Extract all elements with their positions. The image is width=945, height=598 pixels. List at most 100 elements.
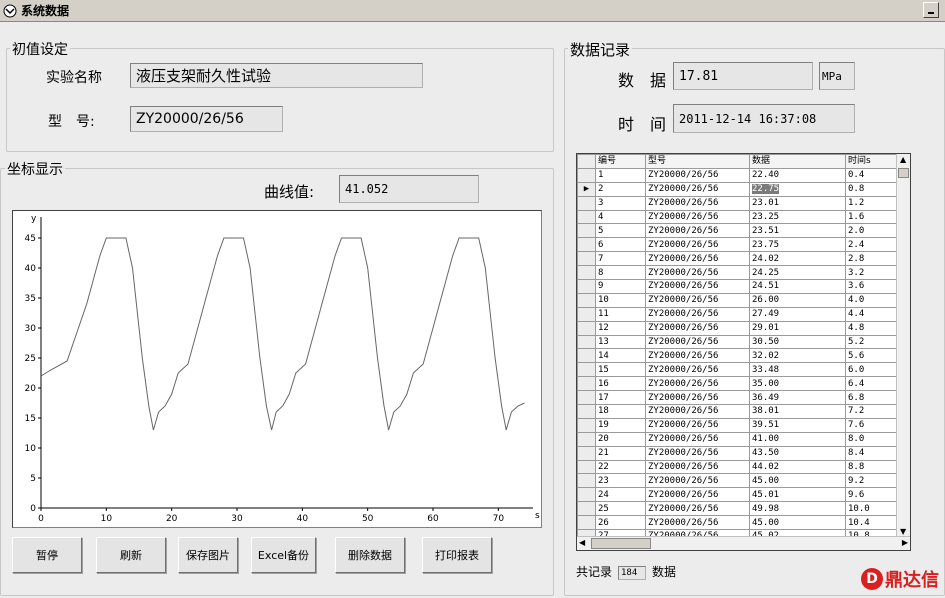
cell-id[interactable]: 13 — [595, 334, 646, 350]
cell-id[interactable]: 22 — [595, 459, 646, 475]
table-row[interactable]: 21 ZY20000/26/56 43.50 8.4 — [577, 445, 899, 461]
table-row[interactable]: 3 ZY20000/26/56 23.01 1.2 — [577, 195, 899, 211]
cell-time[interactable]: 3.6 — [845, 279, 899, 294]
cell-id[interactable]: 16 — [595, 376, 646, 392]
cell-time[interactable]: 3.2 — [845, 265, 899, 281]
cell-time[interactable]: 8.8 — [845, 459, 899, 475]
cell-data[interactable]: 38.01 — [749, 404, 846, 419]
table-row[interactable]: 25 ZY20000/26/56 49.98 10.0 — [577, 501, 899, 517]
cell-data[interactable]: 32.02 — [749, 348, 846, 364]
cell-model[interactable]: ZY20000/26/56 — [645, 417, 750, 433]
cell-model[interactable]: ZY20000/26/56 — [645, 237, 750, 253]
cell-data[interactable]: 23.51 — [749, 223, 846, 239]
row-indicator[interactable] — [577, 237, 596, 253]
row-indicator[interactable] — [577, 320, 596, 336]
cell-time[interactable]: 2.8 — [845, 251, 899, 267]
vertical-scrollbar[interactable]: ▲ ▼ — [896, 154, 910, 538]
cell-data[interactable]: 36.49 — [749, 390, 846, 406]
delete-data-button[interactable]: 删除数据 — [335, 537, 405, 573]
cell-model[interactable]: ZY20000/26/56 — [645, 501, 750, 517]
row-indicator[interactable] — [577, 167, 596, 183]
cell-model[interactable]: ZY20000/26/56 — [645, 473, 750, 489]
current-row-indicator-icon[interactable]: ▶ — [577, 181, 596, 197]
row-indicator[interactable] — [577, 417, 596, 433]
cell-id[interactable]: 3 — [595, 195, 646, 211]
cell-time[interactable]: 9.2 — [845, 473, 899, 489]
cell-data[interactable]: 23.25 — [749, 209, 846, 225]
refresh-button[interactable]: 刷新 — [96, 537, 166, 573]
cell-time[interactable]: 10.4 — [845, 515, 899, 531]
cell-data[interactable]: 39.51 — [749, 417, 846, 433]
table-row[interactable]: 12 ZY20000/26/56 29.01 4.8 — [577, 320, 899, 336]
cell-model[interactable]: ZY20000/26/56 — [645, 459, 750, 475]
cell-time[interactable]: 10.0 — [845, 501, 899, 517]
pause-button[interactable]: 暂停 — [12, 537, 82, 573]
row-indicator[interactable] — [577, 431, 596, 447]
cell-data[interactable]: 44.02 — [749, 459, 846, 475]
table-row[interactable]: 19 ZY20000/26/56 39.51 7.6 — [577, 417, 899, 433]
table-row[interactable]: 14 ZY20000/26/56 32.02 5.6 — [577, 348, 899, 364]
row-indicator[interactable] — [577, 390, 596, 406]
table-row[interactable]: 4 ZY20000/26/56 23.25 1.6 — [577, 209, 899, 225]
cell-model[interactable]: ZY20000/26/56 — [645, 487, 750, 503]
cell-id[interactable]: 8 — [595, 265, 646, 281]
cell-model[interactable]: ZY20000/26/56 — [645, 431, 750, 447]
cell-data[interactable]: 49.98 — [749, 501, 846, 517]
cell-id[interactable]: 21 — [595, 445, 646, 461]
cell-time[interactable]: 6.8 — [845, 390, 899, 406]
table-row[interactable]: 15 ZY20000/26/56 33.48 6.0 — [577, 362, 899, 378]
table-row[interactable]: 1 ZY20000/26/56 22.40 0.4 — [577, 167, 899, 183]
cell-data[interactable]: 23.75 — [749, 237, 846, 253]
cell-data[interactable]: 24.02 — [749, 251, 846, 267]
minimize-button[interactable] — [923, 2, 939, 18]
cell-model[interactable]: ZY20000/26/56 — [645, 445, 750, 461]
cell-model[interactable]: ZY20000/26/56 — [645, 334, 750, 350]
cell-id[interactable]: 9 — [595, 279, 646, 294]
cell-data[interactable]: 35.00 — [749, 376, 846, 392]
table-row[interactable]: 6 ZY20000/26/56 23.75 2.4 — [577, 237, 899, 253]
table-row[interactable]: 13 ZY20000/26/56 30.50 5.2 — [577, 334, 899, 350]
cell-data[interactable]: 26.00 — [749, 292, 846, 308]
column-header-time[interactable]: 时间s — [845, 154, 899, 169]
cell-data[interactable]: 27.49 — [749, 306, 846, 322]
scroll-right-icon[interactable]: ▶ — [902, 538, 908, 548]
cell-model[interactable]: ZY20000/26/56 — [645, 279, 750, 294]
cell-id[interactable]: 19 — [595, 417, 646, 433]
cell-data[interactable]: 24.51 — [749, 279, 846, 294]
cell-data[interactable]: 23.01 — [749, 195, 846, 211]
cell-id[interactable]: 25 — [595, 501, 646, 517]
cell-model[interactable]: ZY20000/26/56 — [645, 348, 750, 364]
table-row[interactable]: 26 ZY20000/26/56 45.00 10.4 — [577, 515, 899, 531]
cell-id[interactable]: 26 — [595, 515, 646, 531]
row-indicator[interactable] — [577, 251, 596, 267]
selected-cell-value[interactable]: 22.75 — [752, 184, 780, 195]
cell-model[interactable]: ZY20000/26/56 — [645, 306, 750, 322]
cell-model[interactable]: ZY20000/26/56 — [645, 376, 750, 392]
cell-model[interactable]: ZY20000/26/56 — [645, 320, 750, 336]
cell-model[interactable]: ZY20000/26/56 — [645, 292, 750, 308]
row-indicator[interactable] — [577, 473, 596, 489]
cell-time[interactable]: 5.2 — [845, 334, 899, 350]
cell-id[interactable]: 14 — [595, 348, 646, 364]
cell-data[interactable]: 22.75 — [749, 181, 846, 197]
cell-time[interactable]: 7.6 — [845, 417, 899, 433]
print-report-button[interactable]: 打印报表 — [422, 537, 492, 573]
cell-model[interactable]: ZY20000/26/56 — [645, 181, 750, 197]
table-row[interactable]: 18 ZY20000/26/56 38.01 7.2 — [577, 404, 899, 419]
table-row[interactable]: 20 ZY20000/26/56 41.00 8.0 — [577, 431, 899, 447]
row-indicator[interactable] — [577, 209, 596, 225]
cell-model[interactable]: ZY20000/26/56 — [645, 195, 750, 211]
table-row[interactable]: 5 ZY20000/26/56 23.51 2.0 — [577, 223, 899, 239]
scroll-thumb[interactable] — [898, 168, 909, 178]
cell-time[interactable]: 2.0 — [845, 223, 899, 239]
table-row[interactable]: 8 ZY20000/26/56 24.25 3.2 — [577, 265, 899, 281]
row-indicator[interactable] — [577, 376, 596, 392]
cell-id[interactable]: 10 — [595, 292, 646, 308]
table-row[interactable]: 10 ZY20000/26/56 26.00 4.0 — [577, 292, 899, 308]
cell-id[interactable]: 18 — [595, 404, 646, 419]
row-indicator[interactable] — [577, 265, 596, 281]
row-indicator[interactable] — [577, 404, 596, 419]
row-indicator[interactable] — [577, 459, 596, 475]
table-row[interactable]: 22 ZY20000/26/56 44.02 8.8 — [577, 459, 899, 475]
cell-model[interactable]: ZY20000/26/56 — [645, 251, 750, 267]
